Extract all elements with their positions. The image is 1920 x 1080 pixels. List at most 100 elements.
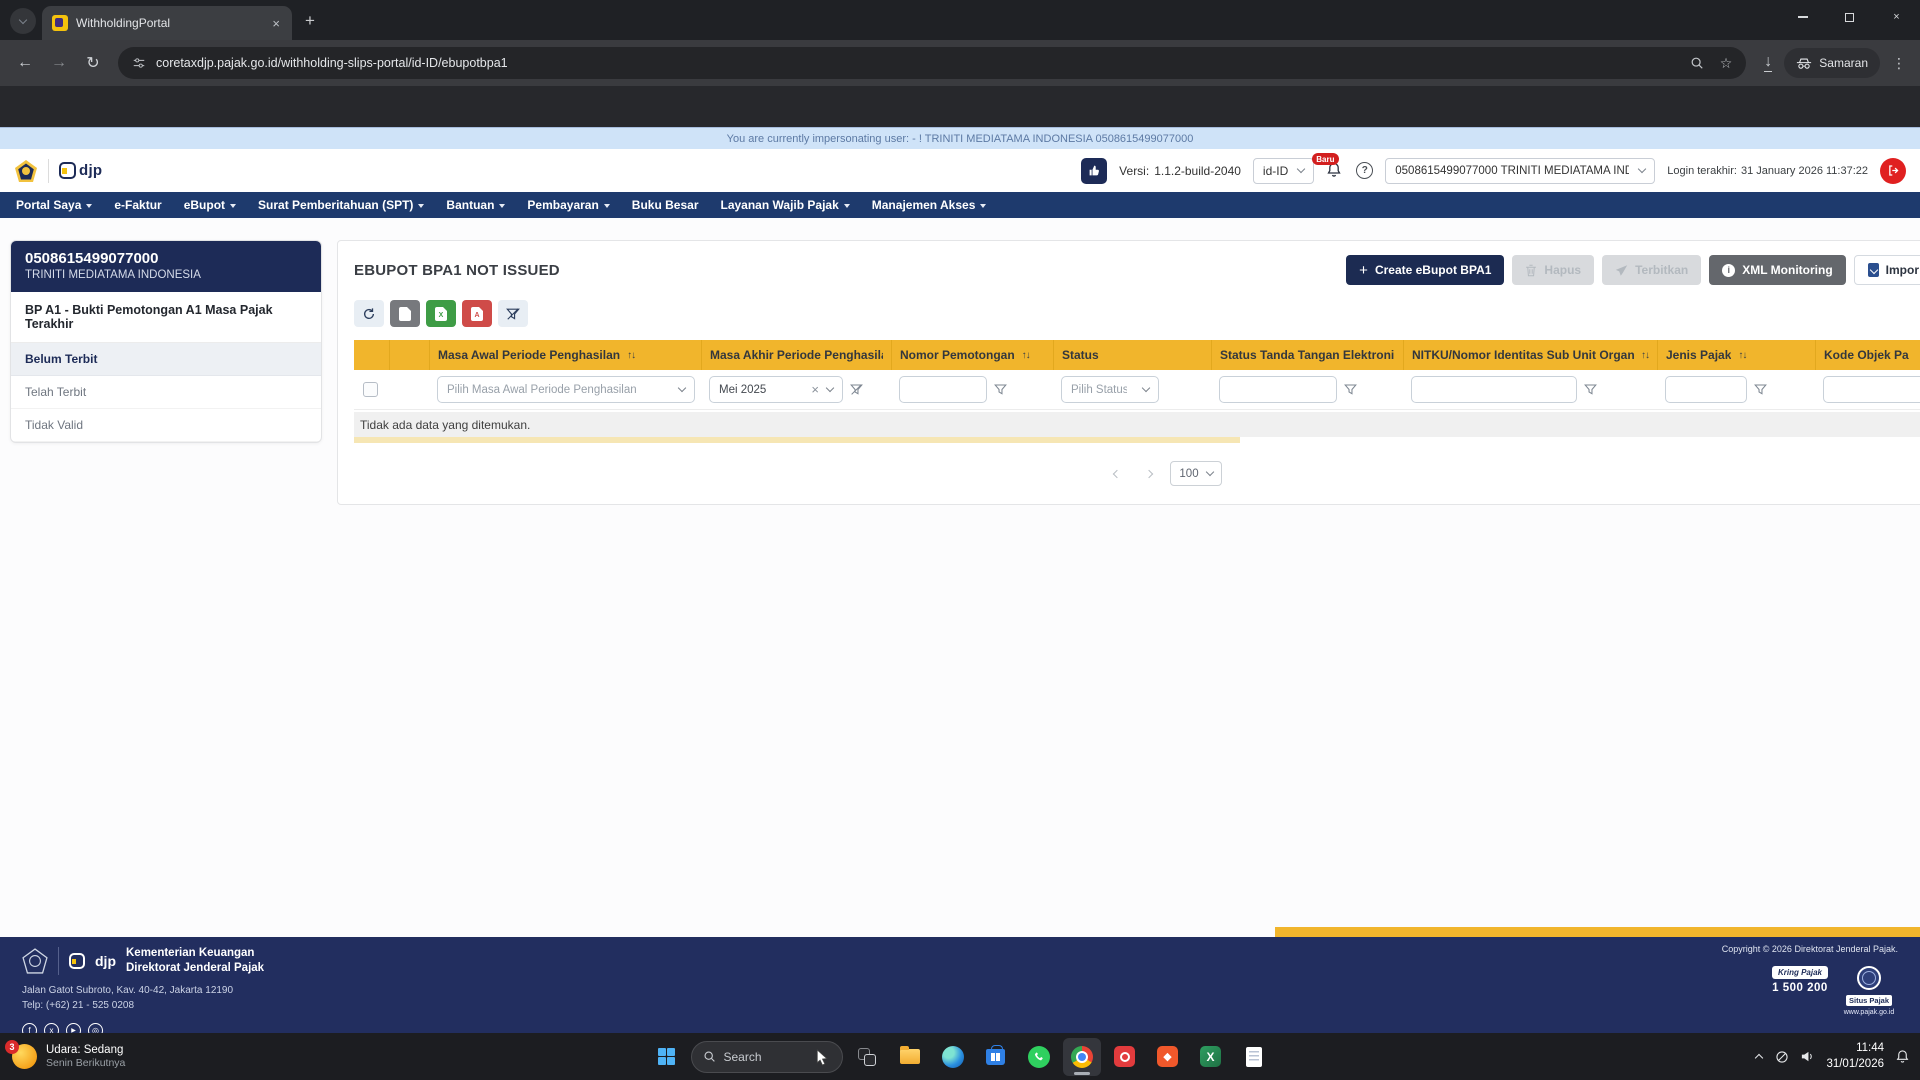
- window-minimize-button[interactable]: [1779, 0, 1826, 34]
- nav-item-pembayaran[interactable]: Pembayaran: [527, 198, 610, 212]
- sidebar-item-telah-terbit[interactable]: Telah Terbit: [11, 376, 321, 409]
- logout-button[interactable]: [1880, 157, 1906, 184]
- new-tab-button[interactable]: +: [296, 7, 324, 35]
- nav-item-manajemen-akses[interactable]: Manajemen Akses: [872, 198, 987, 212]
- nomor-pemotongan-filter-input[interactable]: [899, 376, 987, 403]
- status-filter-select[interactable]: Pilih Status: [1061, 376, 1159, 403]
- browser-menu-icon[interactable]: ⋮: [1892, 55, 1906, 72]
- tab-close-icon[interactable]: ×: [270, 16, 282, 31]
- volume-icon[interactable]: [1800, 1049, 1815, 1064]
- sort-icon[interactable]: ↑↓: [1022, 350, 1031, 361]
- sidebar-item-tidak-valid[interactable]: Tidak Valid: [11, 409, 321, 442]
- weather-widget[interactable]: 3 Udara: Sedang Senin Berikutnya: [5, 1040, 125, 1069]
- xml-monitoring-button[interactable]: i XML Monitoring: [1709, 255, 1846, 285]
- app-orange-button[interactable]: ◆: [1149, 1038, 1187, 1076]
- edge-button[interactable]: [934, 1038, 972, 1076]
- tab-search-button[interactable]: [10, 8, 36, 34]
- file-explorer-button[interactable]: [891, 1038, 929, 1076]
- column-header-jenis-pajak[interactable]: Jenis Pajak ↑↓: [1658, 340, 1816, 370]
- impersonation-banner: You are currently impersonating user: - …: [0, 127, 1920, 149]
- logout-icon: [1888, 165, 1898, 176]
- export-pdf-button[interactable]: A: [462, 300, 492, 327]
- forward-button[interactable]: →: [44, 48, 74, 78]
- reload-button[interactable]: ↻: [78, 48, 108, 78]
- taskbar-clock[interactable]: 11:44 31/01/2026: [1826, 1041, 1884, 1072]
- masa-awal-periode-penghasilan-filter-select[interactable]: Pilih Masa Awal Periode Penghasilan: [437, 376, 695, 403]
- sort-icon[interactable]: ↑↓: [1641, 350, 1650, 361]
- delete-button[interactable]: Hapus: [1512, 255, 1595, 285]
- nav-item-surat-pemberitahuan-spt[interactable]: Surat Pemberitahuan (SPT): [258, 198, 425, 212]
- import-data-button[interactable]: Impor data: [1853, 255, 1920, 285]
- incognito-profile-chip[interactable]: Samaran: [1784, 48, 1880, 78]
- window-close-button[interactable]: ×: [1873, 0, 1920, 34]
- window-maximize-button[interactable]: [1826, 0, 1873, 34]
- table-inner: Masa Awal Periode Penghasilan ↑↓ Masa Akhi…: [354, 340, 1920, 410]
- bookmark-star-icon[interactable]: ☆: [1720, 55, 1733, 72]
- back-button[interactable]: ←: [10, 48, 40, 78]
- footer-left: djp Kementerian Keuangan Direktorat Jend…: [22, 946, 264, 1038]
- url-bar[interactable]: coretaxdjp.pajak.go.id/withholding-slips…: [118, 47, 1747, 79]
- filter-icon[interactable]: [994, 383, 1007, 396]
- nav-item-e-faktur[interactable]: e-Faktur: [114, 198, 161, 212]
- help-button[interactable]: ?: [1356, 162, 1374, 179]
- masa-akhir-periode-penghasilan-filter-select[interactable]: Mei 2025 ×: [709, 376, 843, 403]
- nav-item-buku-besar[interactable]: Buku Besar: [632, 198, 699, 212]
- site-settings-icon[interactable]: [132, 56, 146, 70]
- nav-item-portal-saya[interactable]: Portal Saya: [16, 198, 93, 212]
- weather-line1: Udara: Sedang: [46, 1044, 124, 1056]
- create-ebupot-button[interactable]: + Create eBupot BPA1: [1346, 255, 1505, 285]
- export-excel-button[interactable]: X: [426, 300, 456, 327]
- jenis-pajak-filter-input[interactable]: [1665, 376, 1747, 403]
- refresh-button[interactable]: [354, 300, 384, 327]
- filter-icon[interactable]: [1754, 383, 1767, 396]
- notepad-button[interactable]: [1235, 1038, 1273, 1076]
- delete-label: Hapus: [1544, 263, 1582, 277]
- maximize-icon: [1845, 12, 1854, 22]
- chrome-button[interactable]: [1062, 1037, 1101, 1076]
- feedback-button[interactable]: [1081, 157, 1108, 184]
- no-internet-icon[interactable]: [1775, 1050, 1789, 1064]
- filter-slash-icon[interactable]: [850, 383, 863, 396]
- downloads-icon[interactable]: ↓: [1764, 54, 1773, 72]
- start-button[interactable]: [648, 1038, 686, 1076]
- notification-bell-icon[interactable]: [1895, 1049, 1910, 1064]
- zoom-icon[interactable]: [1690, 56, 1704, 70]
- column-header-nomor-pemotongan[interactable]: Nomor Pemotongan ↑↓: [892, 340, 1054, 370]
- taskbar-search[interactable]: Search: [690, 1040, 843, 1073]
- page-size-select[interactable]: 100: [1170, 461, 1222, 486]
- djp-logo-icon: [59, 162, 76, 179]
- clear-filter-button[interactable]: [498, 300, 528, 327]
- next-page-button[interactable]: [1138, 463, 1160, 485]
- taxpayer-select[interactable]: 0508615499077000 TRINITI MEDIATAMA INDON…: [1385, 157, 1656, 184]
- app-red-button[interactable]: [1106, 1038, 1144, 1076]
- sidebar-item-belum-terbit[interactable]: Belum Terbit: [11, 343, 321, 376]
- clear-icon[interactable]: ×: [811, 383, 819, 396]
- filter-icon[interactable]: [1344, 383, 1357, 396]
- hidden-icons-button[interactable]: [1754, 1046, 1764, 1068]
- sort-icon[interactable]: ↑↓: [1738, 350, 1747, 361]
- nav-item-ebupot[interactable]: eBupot: [184, 198, 237, 212]
- column-header-masa-akhir-periode-penghasilan: Masa Akhir Periode Penghasilan...: [702, 340, 892, 370]
- excel-button[interactable]: X: [1192, 1038, 1230, 1076]
- prev-page-button[interactable]: [1106, 463, 1128, 485]
- column-header-nitku-nomor-identitas-sub-unit-organisas[interactable]: NITKU/Nomor Identitas Sub Unit Organisas…: [1404, 340, 1658, 370]
- nitku-nomor-identitas-sub-unit-organisas-filter-input[interactable]: [1411, 376, 1577, 403]
- column-header-masa-awal-periode-penghasilan[interactable]: Masa Awal Periode Penghasilan ↑↓: [430, 340, 702, 370]
- status-tanda-tangan-elektronik-filter-input[interactable]: [1219, 376, 1337, 403]
- export-csv-button[interactable]: [390, 300, 420, 327]
- task-view-button[interactable]: [848, 1038, 886, 1076]
- store-button[interactable]: [977, 1038, 1015, 1076]
- nav-item-layanan-wajib-pajak[interactable]: Layanan Wajib Pajak: [721, 198, 850, 212]
- kode-objek-pa-filter-input[interactable]: [1823, 376, 1920, 403]
- whatsapp-button[interactable]: [1020, 1038, 1058, 1076]
- publish-button[interactable]: Terbitkan: [1602, 255, 1702, 285]
- notifications-button[interactable]: Baru: [1312, 153, 1344, 181]
- thumb-up-icon: [1089, 165, 1099, 176]
- row-checkbox[interactable]: [363, 382, 378, 397]
- browser-tab[interactable]: WithholdingPortal ×: [42, 6, 292, 40]
- sort-icon[interactable]: ↑↓: [627, 350, 636, 361]
- nav-item-bantuan[interactable]: Bantuan: [446, 198, 506, 212]
- filter-icon[interactable]: [1584, 383, 1597, 396]
- locale-select[interactable]: id-ID: [1252, 157, 1315, 184]
- table-header-row: Masa Awal Periode Penghasilan ↑↓ Masa Akhi…: [354, 340, 1920, 370]
